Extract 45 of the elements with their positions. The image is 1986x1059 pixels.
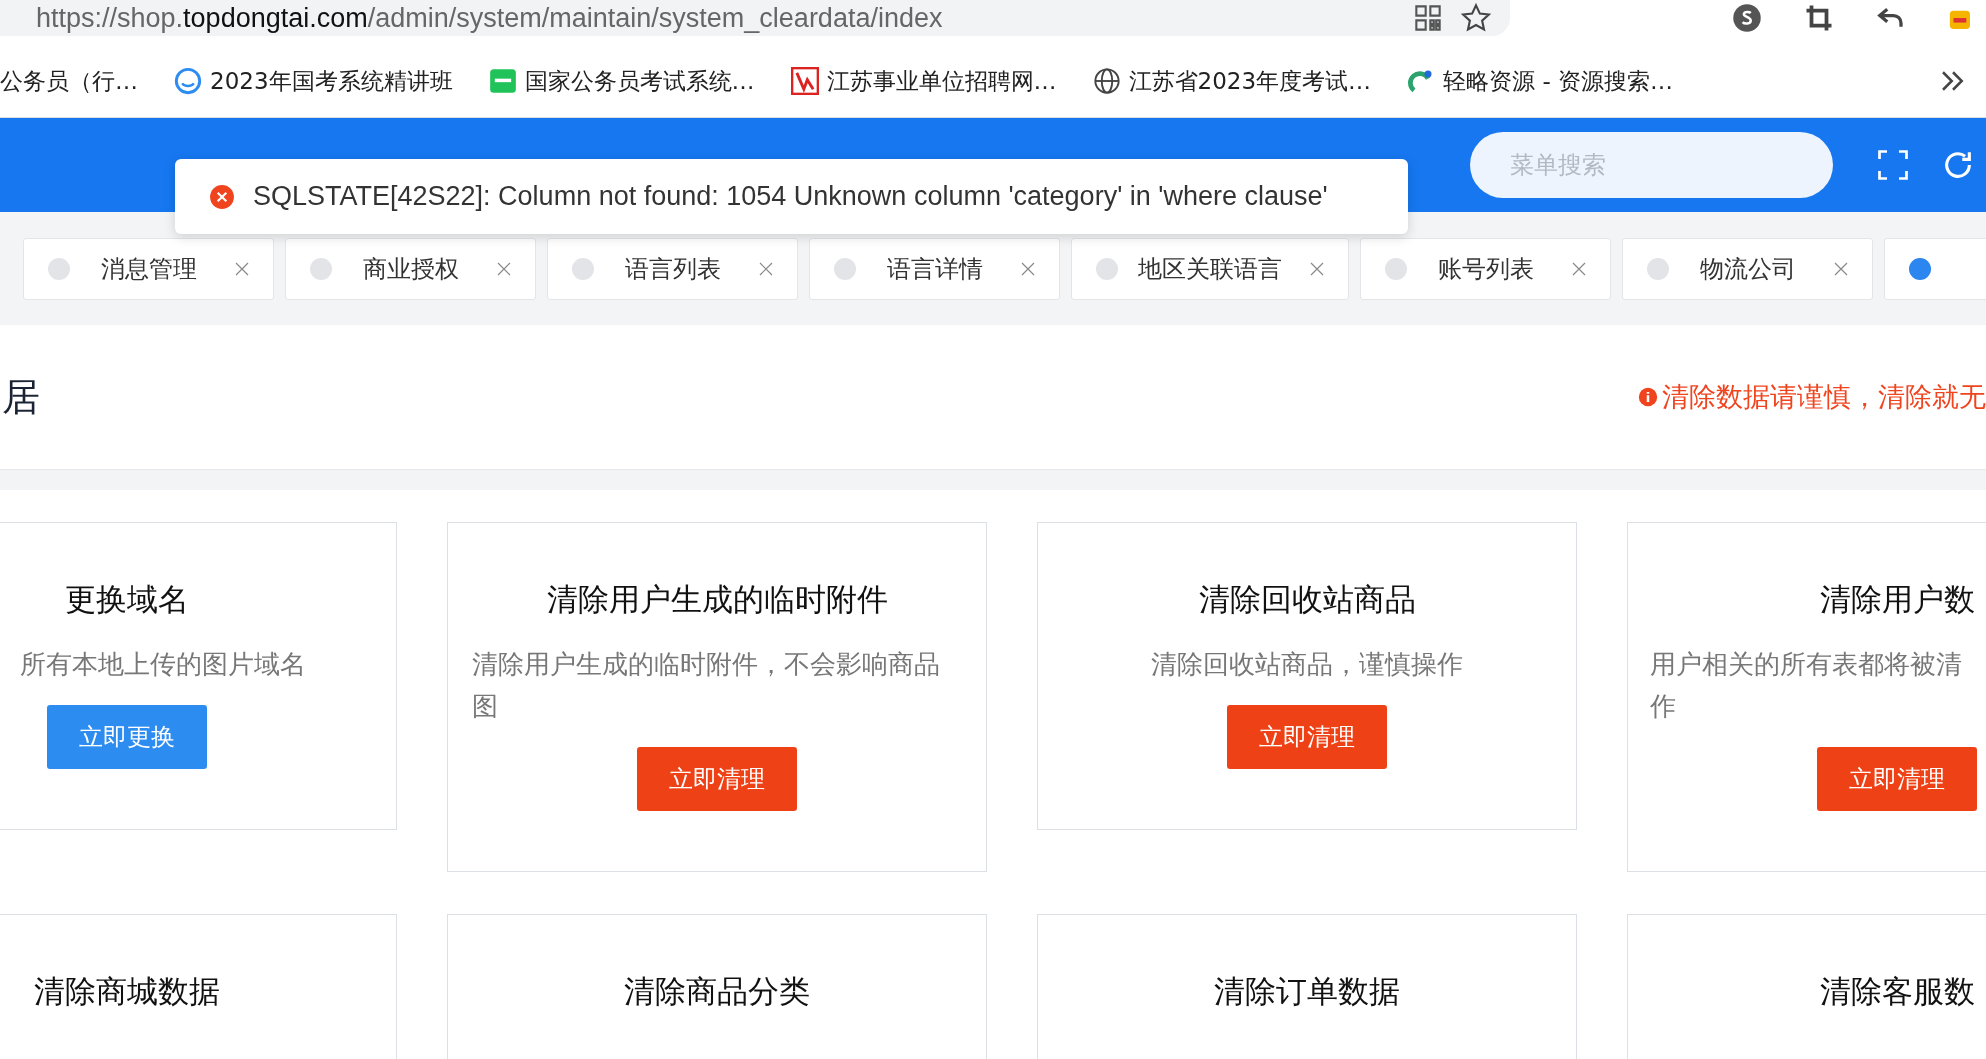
card-description: 清除回收站商品，谨慎操作 <box>1151 648 1463 681</box>
bookmark-item[interactable]: 江苏事业单位招聘网… <box>790 65 1057 97</box>
bookmark-item[interactable]: 轻略资源 - 资源搜索… <box>1407 65 1673 97</box>
card-description: 用户相关的所有表都将被清作 <box>1650 648 1963 723</box>
warning-text: 清除数据请谨慎，清除就无 <box>1662 380 1986 414</box>
card-title: 清除订单数据 <box>1214 972 1400 1011</box>
tab[interactable]: 账号列表 <box>1360 237 1611 300</box>
card-title: 清除商城数据 <box>34 972 220 1011</box>
tab[interactable]: 消息管理 <box>23 237 274 300</box>
tab[interactable]: 物流公司 <box>1622 237 1873 300</box>
bookmark-item[interactable]: 公务员（行… <box>0 65 138 97</box>
card-title: 清除商品分类 <box>624 972 810 1011</box>
info-icon <box>1638 387 1658 407</box>
tv-logo-icon <box>488 67 517 95</box>
search-field[interactable]: 菜单搜索 <box>1470 132 1833 198</box>
bookmark-item[interactable]: 国家公务员考试系统… <box>488 65 755 97</box>
smile-icon <box>174 67 202 95</box>
star-icon[interactable] <box>1460 2 1492 34</box>
error-icon <box>209 183 235 210</box>
card-title: 清除客服数 <box>1819 972 1975 1011</box>
address-bar[interactable]: https://shop.topdongtai.com/admin/system/maintain/system_cleardata/index <box>0 0 1510 36</box>
s-profile-icon[interactable] <box>1732 3 1762 33</box>
card-description: 清除用户生成的临时附件，不会影响商品图 <box>472 648 941 723</box>
card-title: 清除回收站商品 <box>1198 580 1416 619</box>
qr-code-icon[interactable] <box>1414 4 1442 32</box>
tab[interactable]: 语言详情 <box>809 237 1060 300</box>
action-button[interactable]: 立即清理 <box>637 747 797 811</box>
action-button[interactable]: 立即清理 <box>1227 705 1387 769</box>
page-title: 居 <box>2 373 40 421</box>
globe-icon <box>1092 67 1121 95</box>
crop-icon[interactable] <box>1804 3 1834 33</box>
tab[interactable]: 商业授权 <box>285 237 536 300</box>
error-message: SQLSTATE[42S22]: Column not found: 1054 Unknown column 'category' in 'where clause' <box>253 181 1328 212</box>
flag-logo-icon <box>790 67 819 95</box>
card-description: 所有本地上传的图片域名 <box>20 648 306 681</box>
tab[interactable]: 语言列表 <box>547 237 798 300</box>
card-title: 更换域名 <box>65 580 189 619</box>
card-title: 清除用户生成的临时附件 <box>546 580 888 619</box>
url-text: https://shop.topdongtai.com/admin/system/maintain/system_cleardata/index <box>36 2 944 34</box>
fullscreen-icon[interactable] <box>1875 147 1911 183</box>
bookmark-item[interactable]: 江苏省2023年度考试… <box>1092 65 1372 97</box>
card-title: 清除用户数 <box>1819 580 1975 619</box>
tab[interactable]: 地区关联语言 <box>1071 237 1349 300</box>
bookmark-item[interactable]: 2023年国考系统精讲班 <box>174 65 453 97</box>
action-button[interactable]: 立即清理 <box>1817 747 1977 811</box>
